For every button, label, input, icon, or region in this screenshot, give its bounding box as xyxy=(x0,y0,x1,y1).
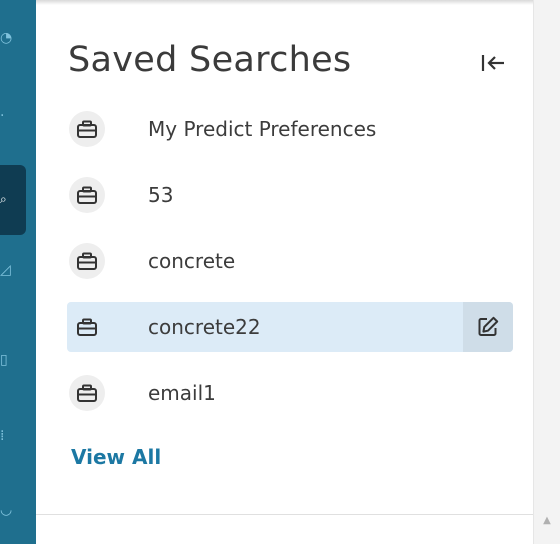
saved-search-label: My Predict Preferences xyxy=(148,117,377,141)
search-icon: ⌕ xyxy=(0,192,7,206)
edit-icon xyxy=(478,316,499,336)
saved-search-item-selected[interactable]: concrete22 xyxy=(67,302,513,352)
nav-icon[interactable]: ⁞ xyxy=(0,428,10,444)
saved-search-label: concrete22 xyxy=(148,315,261,339)
saved-search-item[interactable]: My Predict Preferences xyxy=(67,104,513,154)
panel-top-shadow xyxy=(36,0,533,5)
collapse-left-icon xyxy=(481,55,504,71)
panel-title: Saved Searches xyxy=(68,40,352,80)
nav-icon[interactable]: ▯ xyxy=(0,352,10,368)
view-all-link[interactable]: View All xyxy=(71,445,161,469)
briefcase-icon xyxy=(69,375,105,411)
saved-search-item[interactable]: email1 xyxy=(67,368,513,418)
saved-search-label: concrete xyxy=(148,249,236,273)
briefcase-icon xyxy=(69,243,105,279)
nav-icon[interactable]: ◡ xyxy=(0,502,12,518)
saved-search-item[interactable]: concrete xyxy=(67,236,513,286)
scroll-up-arrow-icon[interactable]: ▲ xyxy=(542,516,552,526)
saved-search-label: email1 xyxy=(148,381,216,405)
collapse-panel-button[interactable] xyxy=(478,50,508,76)
nav-rail: ◔ · ⌕ ◿ ▯ ⁞ ◡ xyxy=(0,0,36,544)
saved-search-label: 53 xyxy=(148,183,174,207)
scrollbar[interactable]: ▲ xyxy=(533,0,560,544)
edit-search-button[interactable] xyxy=(463,302,513,352)
saved-search-list: My Predict Preferences 53 concrete concr… xyxy=(67,104,513,434)
nav-item-search-active[interactable]: ⌕ xyxy=(0,165,26,235)
nav-icon[interactable]: ◔ xyxy=(0,30,12,46)
briefcase-icon xyxy=(69,309,105,345)
panel-divider xyxy=(36,514,533,515)
nav-icon[interactable]: · xyxy=(0,108,10,124)
saved-search-item[interactable]: 53 xyxy=(67,170,513,220)
briefcase-icon xyxy=(69,177,105,213)
briefcase-icon xyxy=(69,111,105,147)
nav-icon[interactable]: ◿ xyxy=(0,262,11,278)
